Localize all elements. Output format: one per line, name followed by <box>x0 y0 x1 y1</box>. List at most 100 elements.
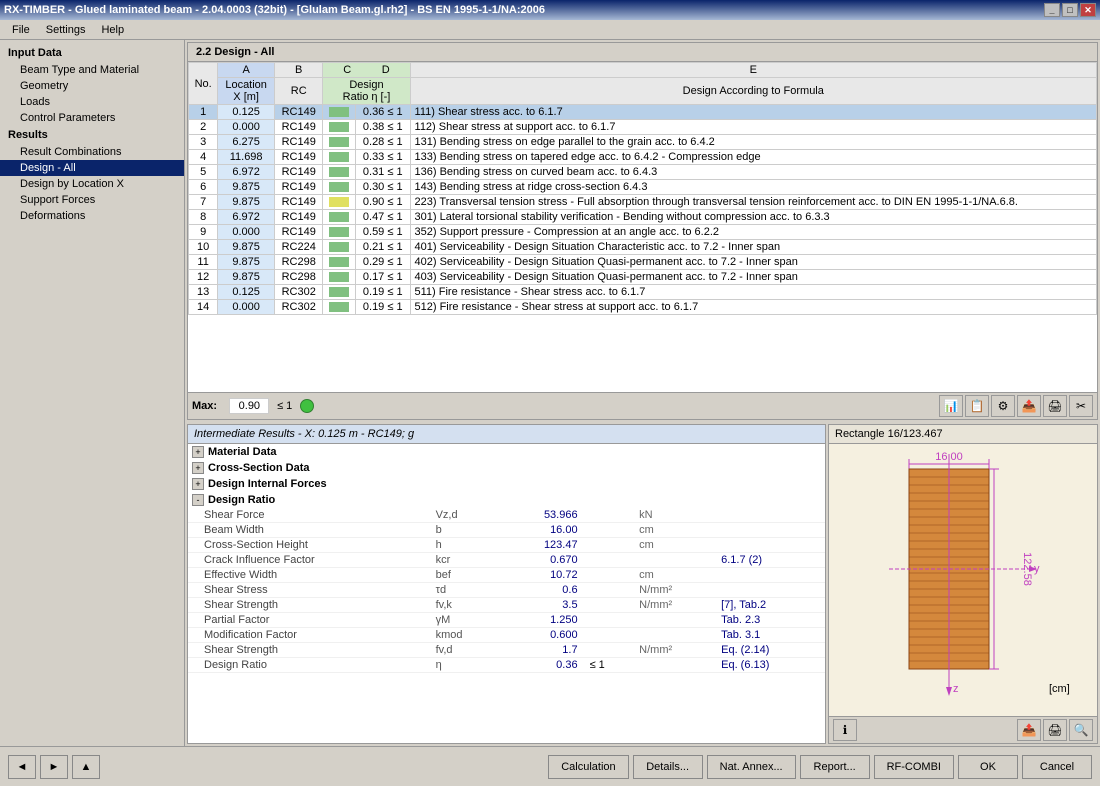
table-button[interactable]: 📋 <box>965 395 989 417</box>
design-row-value: 16.00 <box>500 523 583 538</box>
right-content: 2.2 Design - All No. A B C D E Loc <box>185 40 1100 746</box>
design-row-value: 0.670 <box>500 553 583 568</box>
col-no: No. <box>189 63 218 105</box>
col-formula-header: Design According to Formula <box>410 78 1096 105</box>
minimize-button[interactable]: _ <box>1044 3 1060 17</box>
nav-back-button[interactable]: ◄ <box>8 755 36 779</box>
table-row[interactable]: 8 <box>189 210 218 225</box>
table-row[interactable]: 2 <box>189 120 218 135</box>
sidebar-item-deformations[interactable]: Deformations <box>0 208 184 224</box>
table-row[interactable]: 4 <box>189 150 218 165</box>
menu-settings[interactable]: Settings <box>38 22 94 38</box>
ok-button[interactable]: OK <box>958 755 1018 779</box>
design-row-name: Design Ratio <box>188 658 430 673</box>
tree-internal-forces[interactable]: + Design Internal Forces <box>188 476 825 492</box>
design-row-unit: kN <box>633 508 715 523</box>
col-rc-header: RC <box>274 78 322 105</box>
sidebar-item-result-combinations[interactable]: Result Combinations <box>0 144 184 160</box>
design-row-value: 123.47 <box>500 538 583 553</box>
table-row[interactable]: 12 <box>189 270 218 285</box>
design-row-unit <box>633 613 715 628</box>
design-row-symbol: fv,k <box>430 598 501 613</box>
table-row[interactable]: 13 <box>189 285 218 300</box>
material-label: Material Data <box>208 446 276 458</box>
sidebar-item-support-forces[interactable]: Support Forces <box>0 192 184 208</box>
design-row-value: 0.36 <box>500 658 583 673</box>
svg-text:[cm]: [cm] <box>1049 683 1070 695</box>
data-table-wrapper[interactable]: No. A B C D E LocationX [m] RC DesignRat… <box>188 62 1097 392</box>
rf-combi-button[interactable]: RF-COMBI <box>874 755 954 779</box>
design-row-symbol: fv,d <box>430 643 501 658</box>
nav-forward-button[interactable]: ► <box>40 755 68 779</box>
nav-up-button[interactable]: ▲ <box>72 755 100 779</box>
design-row-ref: [7], Tab.2 <box>715 598 825 613</box>
design-row-name: Shear Stress <box>188 583 430 598</box>
cancel-button[interactable]: Cancel <box>1022 755 1092 779</box>
sidebar-item-design-by-location[interactable]: Design by Location X <box>0 176 184 192</box>
max-value: 0.90 <box>229 398 269 414</box>
cross-section-info-button[interactable]: ℹ <box>833 719 857 741</box>
section-title: 2.2 Design - All <box>188 43 1097 62</box>
table-row[interactable]: 10 <box>189 240 218 255</box>
expand-material[interactable]: + <box>192 446 204 458</box>
intermediate-header: Intermediate Results - X: 0.125 m - RC14… <box>188 425 825 444</box>
export-button[interactable]: 📤 <box>1017 395 1041 417</box>
table-row[interactable]: 11 <box>189 255 218 270</box>
table-row[interactable]: 9 <box>189 225 218 240</box>
sidebar-item-design-all[interactable]: Design - All <box>0 160 184 176</box>
status-indicator <box>300 399 314 413</box>
tree-design-ratio[interactable]: - Design Ratio <box>188 492 825 508</box>
graph-button[interactable]: 📊 <box>939 395 963 417</box>
print-button[interactable]: 🖨 <box>1043 395 1067 417</box>
maximize-button[interactable]: □ <box>1062 3 1078 17</box>
close-button[interactable]: ✕ <box>1080 3 1096 17</box>
cross-section-print-button[interactable]: 🖨 <box>1043 719 1067 741</box>
sidebar-item-control-params[interactable]: Control Parameters <box>0 110 184 126</box>
top-section: 2.2 Design - All No. A B C D E Loc <box>187 42 1098 420</box>
section-results: Results <box>0 126 184 144</box>
report-button[interactable]: Report... <box>800 755 870 779</box>
col-a-header: A <box>218 63 275 78</box>
table-row[interactable]: 3 <box>189 135 218 150</box>
max-label: Max: <box>192 400 221 412</box>
design-row-symbol: h <box>430 538 501 553</box>
design-ratio-table: Shear Force Vz,d 53.966 kN Beam Width b … <box>188 508 825 673</box>
table-row[interactable]: 1 <box>189 105 218 120</box>
design-row-value: 3.5 <box>500 598 583 613</box>
table-row[interactable]: 5 <box>189 165 218 180</box>
internal-forces-label: Design Internal Forces <box>208 478 327 490</box>
details-button[interactable]: Details... <box>633 755 703 779</box>
cross-section-zoom-button[interactable]: 🔍 <box>1069 719 1093 741</box>
design-row-ref: Eq. (2.14) <box>715 643 825 658</box>
table-row[interactable]: 7 <box>189 195 218 210</box>
more-button[interactable]: ✂ <box>1069 395 1093 417</box>
design-row-ref: Eq. (6.13) <box>715 658 825 673</box>
tree-material-data[interactable]: + Material Data <box>188 444 825 460</box>
expand-design-ratio[interactable]: - <box>192 494 204 506</box>
design-row-name: Effective Width <box>188 568 430 583</box>
expand-internal-forces[interactable]: + <box>192 478 204 490</box>
sidebar-item-beam-type[interactable]: Beam Type and Material <box>0 62 184 78</box>
design-row-unit: cm <box>633 568 715 583</box>
design-row-name: Shear Force <box>188 508 430 523</box>
table-row[interactable]: 14 <box>189 300 218 315</box>
tree-cross-section[interactable]: + Cross-Section Data <box>188 460 825 476</box>
nat-annex-button[interactable]: Nat. Annex... <box>707 755 796 779</box>
design-row-symbol: τd <box>430 583 501 598</box>
menu-help[interactable]: Help <box>93 22 132 38</box>
sidebar-item-loads[interactable]: Loads <box>0 94 184 110</box>
calculation-button[interactable]: Calculation <box>548 755 628 779</box>
design-row-ref <box>715 583 825 598</box>
design-row-symbol: kmod <box>430 628 501 643</box>
design-row-value: 1.7 <box>500 643 583 658</box>
table-row[interactable]: 6 <box>189 180 218 195</box>
menu-bar: File Settings Help <box>0 20 1100 40</box>
settings-button[interactable]: ⚙ <box>991 395 1015 417</box>
design-row-ref: 6.1.7 (2) <box>715 553 825 568</box>
design-row-value: 0.6 <box>500 583 583 598</box>
left-panel: Input Data Beam Type and Material Geomet… <box>0 40 185 746</box>
expand-cross-section[interactable]: + <box>192 462 204 474</box>
cross-section-export-button[interactable]: 📤 <box>1017 719 1041 741</box>
sidebar-item-geometry[interactable]: Geometry <box>0 78 184 94</box>
menu-file[interactable]: File <box>4 22 38 38</box>
